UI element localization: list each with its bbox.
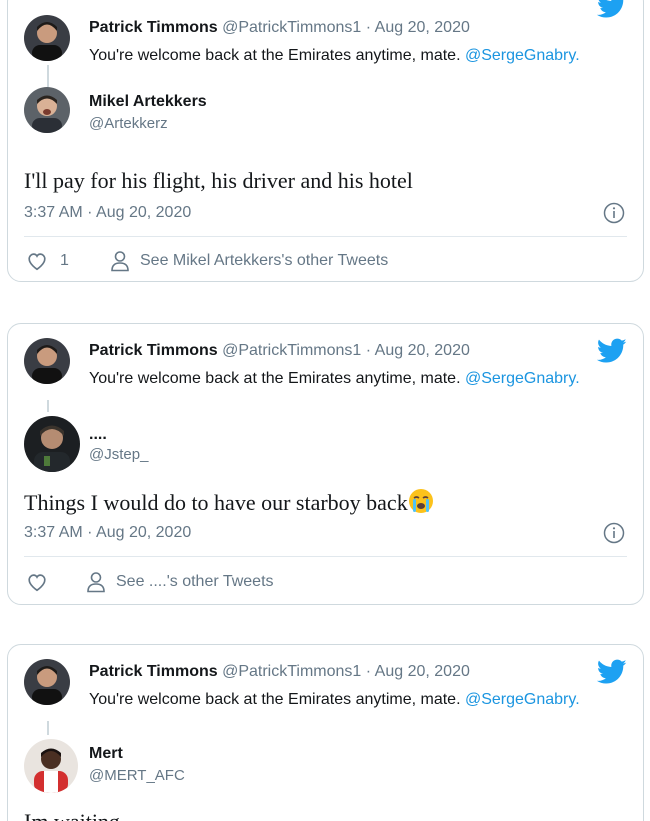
author-name[interactable]: Mikel Artekkers: [89, 93, 207, 111]
mention-link[interactable]: @SergeGnabry.: [465, 691, 580, 708]
heart-icon[interactable]: [26, 250, 48, 272]
profile-icon[interactable]: [110, 250, 130, 272]
tweet-text-body: Things I would do to have our starboy ba…: [24, 490, 408, 515]
see-other-tweets-link[interactable]: See Mikel Artekkers's other Tweets: [140, 252, 388, 270]
tweet-text: Im waiting: [24, 809, 120, 821]
reply-author-line: Patrick Timmons @PatrickTimmons1 · Aug 2…: [89, 342, 470, 360]
avatar[interactable]: [24, 416, 80, 472]
mention-link[interactable]: @SergeGnabry.: [465, 370, 580, 387]
see-other-tweets-link[interactable]: See ....'s other Tweets: [116, 573, 274, 591]
author-handle[interactable]: @Jstep_: [89, 446, 148, 463]
tweet-author[interactable]: Mikel Artekkers @Artekkerz: [24, 87, 324, 137]
reply-author-line: Patrick Timmons @PatrickTimmons1 · Aug 2…: [89, 19, 470, 37]
reply-author-handle[interactable]: @PatrickTimmons1: [222, 19, 361, 36]
tweet-author[interactable]: Mert @MERT_AFC: [24, 739, 324, 793]
reply-text-body: You're welcome back at the Emirates anyt…: [89, 47, 465, 64]
thread-line: [47, 400, 49, 412]
like-count[interactable]: 1: [60, 252, 69, 270]
author-handle[interactable]: @Artekkerz: [89, 115, 168, 132]
reply-date[interactable]: · Aug 20, 2020: [366, 663, 470, 680]
tweet-actions: See ....'s other Tweets: [24, 569, 627, 599]
replied-to-tweet[interactable]: Patrick Timmons @PatrickTimmons1 · Aug 2…: [24, 338, 627, 398]
avatar[interactable]: [24, 739, 78, 793]
heart-icon[interactable]: [26, 571, 48, 593]
tweet-actions: 1 See Mikel Artekkers's other Tweets: [24, 248, 627, 278]
twitter-bird-icon[interactable]: [597, 338, 627, 364]
divider: [24, 556, 627, 557]
twitter-bird-icon[interactable]: [597, 659, 627, 685]
thread-line: [47, 721, 49, 735]
tweet-text: I'll pay for his flight, his driver and …: [24, 168, 413, 193]
avatar[interactable]: [24, 87, 70, 133]
info-icon[interactable]: [603, 522, 625, 544]
reply-author-handle[interactable]: @PatrickTimmons1: [222, 663, 361, 680]
profile-icon[interactable]: [86, 571, 106, 593]
embedded-tweet-card: Patrick Timmons @PatrickTimmons1 · Aug 2…: [7, 0, 644, 282]
reply-author-handle[interactable]: @PatrickTimmons1: [222, 342, 361, 359]
reply-text-body: You're welcome back at the Emirates anyt…: [89, 370, 465, 387]
reply-author-name[interactable]: Patrick Timmons: [89, 19, 218, 36]
reply-date[interactable]: · Aug 20, 2020: [366, 342, 470, 359]
tweet-timestamp[interactable]: 3:37 AM · Aug 20, 2020: [24, 524, 191, 542]
avatar[interactable]: [24, 15, 70, 61]
embedded-tweet-card: Patrick Timmons @PatrickTimmons1 · Aug 2…: [7, 323, 644, 605]
reply-author-name[interactable]: Patrick Timmons: [89, 342, 218, 359]
tweet-timestamp[interactable]: 3:37 AM · Aug 20, 2020: [24, 204, 191, 222]
avatar[interactable]: [24, 659, 70, 705]
loudly-crying-face-icon: [408, 489, 433, 513]
author-name[interactable]: ....: [89, 426, 107, 444]
tweet-text: Things I would do to have our starboy ba…: [24, 488, 434, 516]
reply-date[interactable]: · Aug 20, 2020: [366, 19, 470, 36]
reply-text: You're welcome back at the Emirates anyt…: [89, 47, 580, 65]
reply-text-body: You're welcome back at the Emirates anyt…: [89, 691, 465, 708]
reply-text: You're welcome back at the Emirates anyt…: [89, 691, 580, 709]
reply-author-line: Patrick Timmons @PatrickTimmons1 · Aug 2…: [89, 663, 470, 681]
info-icon[interactable]: [603, 202, 625, 224]
embedded-tweet-card: Patrick Timmons @PatrickTimmons1 · Aug 2…: [7, 644, 644, 821]
avatar[interactable]: [24, 338, 70, 384]
divider: [24, 236, 627, 237]
twitter-bird-icon[interactable]: [597, 0, 627, 19]
reply-text: You're welcome back at the Emirates anyt…: [89, 370, 580, 388]
author-name[interactable]: Mert: [89, 745, 123, 763]
reply-author-name[interactable]: Patrick Timmons: [89, 663, 218, 680]
author-handle[interactable]: @MERT_AFC: [89, 767, 185, 784]
mention-link[interactable]: @SergeGnabry.: [465, 47, 580, 64]
replied-to-tweet[interactable]: Patrick Timmons @PatrickTimmons1 · Aug 2…: [24, 15, 627, 75]
replied-to-tweet[interactable]: Patrick Timmons @PatrickTimmons1 · Aug 2…: [24, 659, 627, 719]
tweet-author[interactable]: .... @Jstep_: [24, 416, 324, 472]
